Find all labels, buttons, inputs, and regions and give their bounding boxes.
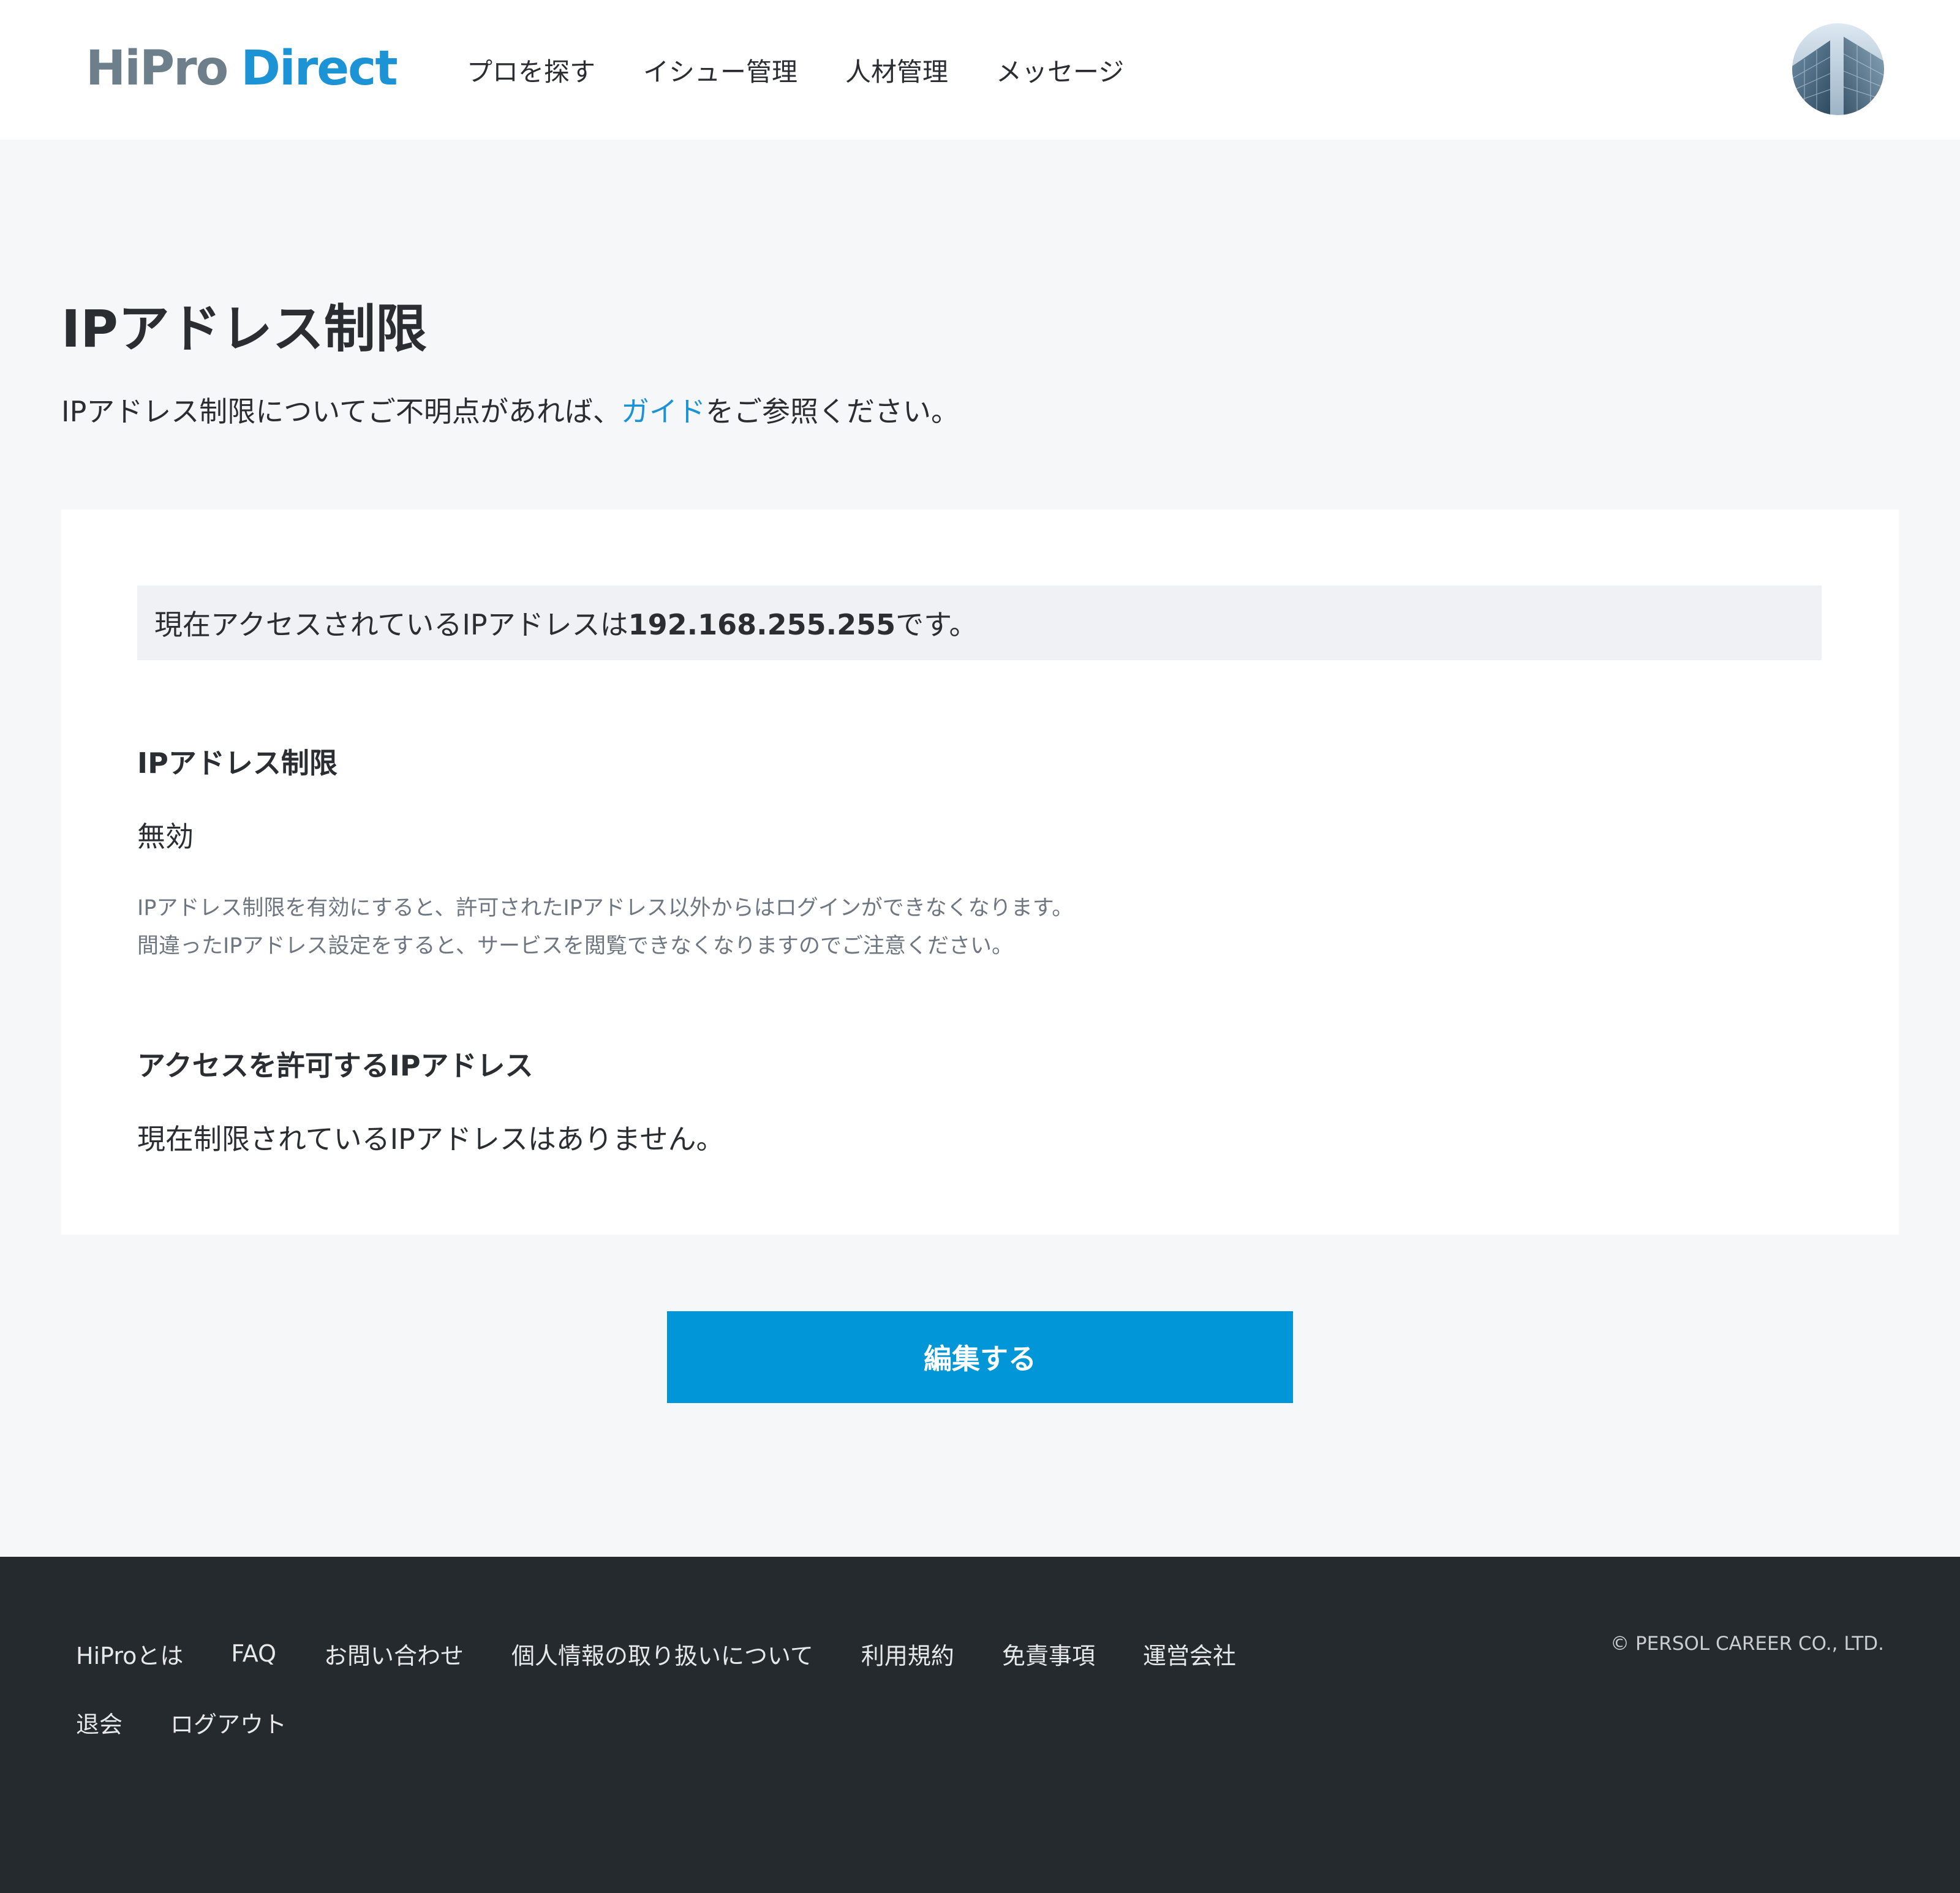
footer-link-terms[interactable]: 利用規約 <box>861 1637 954 1671</box>
ip-restriction-card: 現在アクセスされているIPアドレスは192.168.255.255です。 IPア… <box>61 510 1899 1235</box>
current-ip-banner: 現在アクセスされているIPアドレスは192.168.255.255です。 <box>137 585 1822 660</box>
restriction-note-line1: IPアドレス制限を有効にすると、許可されたIPアドレス以外からはログインができな… <box>137 896 1074 920</box>
current-ip-address: 192.168.255.255 <box>628 608 896 641</box>
description-text-before: IPアドレス制限についてご不明点があれば、 <box>61 395 621 428</box>
nav-messages[interactable]: メッセージ <box>996 51 1124 89</box>
current-ip-text: 現在アクセスされているIPアドレスは192.168.255.255です。 <box>154 603 978 643</box>
current-ip-text-after: です。 <box>895 608 978 641</box>
hipro-direct-logo[interactable]: HiPro Direct <box>86 38 398 99</box>
footer-link-logout[interactable]: ログアウト <box>170 1706 287 1739</box>
footer-link-company[interactable]: 運営会社 <box>1143 1637 1236 1671</box>
main-nav: プロを探す イシュー管理 人材管理 メッセージ <box>467 44 1172 96</box>
guide-link[interactable]: ガイド <box>621 395 706 428</box>
allowed-ip-value: 現在制限されているIPアドレスはありません。 <box>137 1123 725 1156</box>
footer-link-disclaimer[interactable]: 免責事項 <box>1002 1637 1095 1671</box>
current-ip-text-before: 現在アクセスされているIPアドレスは <box>154 608 628 641</box>
footer-links-row1: HiProとは FAQ お問い合わせ 個人情報の取り扱いについて 利用規約 免責… <box>76 1635 1284 1672</box>
nav-talent-management[interactable]: 人材管理 <box>845 51 948 89</box>
top-header: HiPro Direct プロを探す イシュー管理 人材管理 メッセージ <box>0 0 1960 140</box>
page-description: IPアドレス制限についてご不明点があれば、ガイドをご参照ください。 <box>61 390 959 430</box>
restriction-status: 無効 <box>137 820 194 853</box>
site-footer: HiProとは FAQ お問い合わせ 個人情報の取り扱いについて 利用規約 免責… <box>0 1557 1960 1893</box>
restriction-note-line2: 間違ったIPアドレス設定をすると、サービスを閲覧できなくなりますのでご注意くださ… <box>137 934 1014 958</box>
nav-find-pro[interactable]: プロを探す <box>467 51 595 89</box>
building-photo-icon <box>1792 23 1884 115</box>
logo-direct-text: Direct <box>241 41 398 96</box>
footer-link-about-hipro[interactable]: HiProとは <box>76 1637 183 1671</box>
user-avatar[interactable] <box>1792 23 1884 115</box>
logo-hipro-text: HiPro <box>86 41 228 96</box>
copyright: © PERSOL CAREER CO., LTD. <box>1610 1633 1884 1655</box>
description-text-after: をご参照ください。 <box>705 395 959 428</box>
footer-links-row2: 退会 ログアウト <box>76 1704 334 1741</box>
footer-link-privacy[interactable]: 個人情報の取り扱いについて <box>511 1637 813 1671</box>
footer-link-faq[interactable]: FAQ <box>231 1640 276 1667</box>
allowed-ip-heading: アクセスを許可するIPアドレス <box>137 1049 533 1082</box>
restriction-heading: IPアドレス制限 <box>137 747 337 780</box>
footer-link-contact[interactable]: お問い合わせ <box>324 1637 464 1671</box>
page-title: IPアドレス制限 <box>61 299 427 359</box>
footer-link-withdraw[interactable]: 退会 <box>76 1706 123 1739</box>
nav-issue-management[interactable]: イシュー管理 <box>643 51 797 89</box>
edit-button[interactable]: 編集する <box>667 1311 1293 1403</box>
